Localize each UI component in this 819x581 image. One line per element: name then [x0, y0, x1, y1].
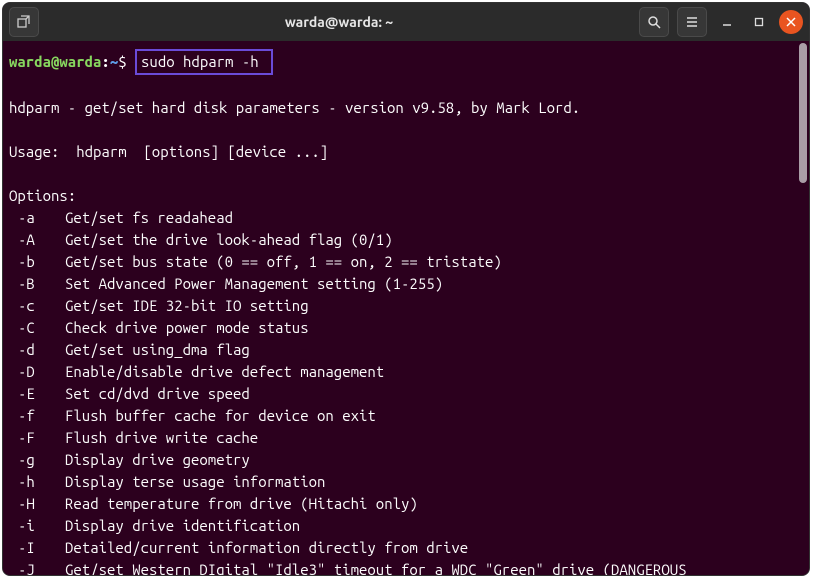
- option-desc: Enable/disable drive defect management: [65, 363, 384, 380]
- close-icon: [786, 17, 796, 27]
- prompt-user-host: warda@warda: [9, 53, 101, 70]
- option-row: -ESet cd/dvd drive speed: [9, 383, 803, 405]
- option-desc: Flush buffer cache for device on exit: [65, 407, 376, 424]
- output-header: hdparm - get/set hard disk parameters - …: [9, 99, 580, 116]
- command-text: sudo hdparm -h: [141, 53, 259, 70]
- option-desc: Get/set Western DIgital "Idle3" timeout …: [65, 561, 687, 575]
- option-row: -bGet/set bus state (0 == off, 1 == on, …: [9, 251, 803, 273]
- option-row: -iDisplay drive identification: [9, 515, 803, 537]
- option-row: -JGet/set Western DIgital "Idle3" timeou…: [9, 559, 803, 575]
- minimize-button[interactable]: [715, 10, 739, 34]
- option-row: -AGet/set the drive look-ahead flag (0/1…: [9, 229, 803, 251]
- option-row: -FFlush drive write cache: [9, 427, 803, 449]
- maximize-button[interactable]: [747, 10, 771, 34]
- option-desc: Set cd/dvd drive speed: [65, 385, 250, 402]
- option-flag: -C: [9, 317, 65, 339]
- title-bar: warda@warda: ~: [3, 3, 809, 41]
- option-desc: Check drive power mode status: [65, 319, 309, 336]
- option-row: -hDisplay terse usage information: [9, 471, 803, 493]
- new-tab-button[interactable]: [9, 7, 39, 37]
- minimize-icon: [722, 17, 732, 27]
- option-flag: -g: [9, 449, 65, 471]
- option-flag: -B: [9, 273, 65, 295]
- option-desc: Set Advanced Power Management setting (1…: [65, 275, 443, 292]
- option-row: -DEnable/disable drive defect management: [9, 361, 803, 383]
- scrollbar-thumb[interactable]: [799, 43, 807, 183]
- option-flag: -d: [9, 339, 65, 361]
- search-button[interactable]: [639, 7, 669, 37]
- prompt-dollar: $: [118, 53, 126, 70]
- option-flag: -a: [9, 207, 65, 229]
- option-desc: Get/set bus state (0 == off, 1 == on, 2 …: [65, 253, 502, 270]
- option-flag: -I: [9, 537, 65, 559]
- terminal-output[interactable]: warda@warda:~$ sudo hdparm -h hdparm - g…: [3, 41, 809, 575]
- option-desc: Detailed/current information directly fr…: [65, 539, 468, 556]
- maximize-icon: [754, 17, 764, 27]
- options-list: -aGet/set fs readahead-AGet/set the driv…: [9, 207, 803, 575]
- title-bar-right: [639, 7, 803, 37]
- option-flag: -b: [9, 251, 65, 273]
- window-title: warda@warda: ~: [39, 14, 639, 30]
- option-flag: -A: [9, 229, 65, 251]
- option-flag: -D: [9, 361, 65, 383]
- option-flag: -c: [9, 295, 65, 317]
- option-desc: Display drive geometry: [65, 451, 250, 468]
- option-desc: Get/set the drive look-ahead flag (0/1): [65, 231, 393, 248]
- output-usage: Usage: hdparm [options] [device ...]: [9, 143, 328, 160]
- option-row: -fFlush buffer cache for device on exit: [9, 405, 803, 427]
- command-highlight: sudo hdparm -h: [135, 49, 273, 75]
- option-flag: -f: [9, 405, 65, 427]
- option-row: -BSet Advanced Power Management setting …: [9, 273, 803, 295]
- option-row: -aGet/set fs readahead: [9, 207, 803, 229]
- option-row: -CCheck drive power mode status: [9, 317, 803, 339]
- option-flag: -i: [9, 515, 65, 537]
- option-flag: -E: [9, 383, 65, 405]
- hamburger-icon: [685, 15, 699, 29]
- menu-button[interactable]: [677, 7, 707, 37]
- option-row: -cGet/set IDE 32-bit IO setting: [9, 295, 803, 317]
- title-bar-left: [9, 7, 39, 37]
- option-row: -gDisplay drive geometry: [9, 449, 803, 471]
- prompt-sep: :: [101, 53, 109, 70]
- option-flag: -H: [9, 493, 65, 515]
- new-tab-icon: [17, 15, 31, 29]
- option-desc: Get/set using_dma flag: [65, 341, 250, 358]
- close-button[interactable]: [779, 10, 803, 34]
- option-desc: Display drive identification: [65, 517, 300, 534]
- option-row: -HRead temperature from drive (Hitachi o…: [9, 493, 803, 515]
- option-flag: -F: [9, 427, 65, 449]
- options-title: Options:: [9, 187, 76, 204]
- option-row: -dGet/set using_dma flag: [9, 339, 803, 361]
- search-icon: [647, 15, 661, 29]
- option-desc: Display terse usage information: [65, 473, 325, 490]
- option-desc: Get/set IDE 32-bit IO setting: [65, 297, 309, 314]
- option-flag: -h: [9, 471, 65, 493]
- option-flag: -J: [9, 559, 65, 575]
- option-desc: Flush drive write cache: [65, 429, 258, 446]
- terminal-window: warda@warda: ~: [2, 2, 810, 576]
- option-row: -IDetailed/current information directly …: [9, 537, 803, 559]
- option-desc: Get/set fs readahead: [65, 209, 233, 226]
- option-desc: Read temperature from drive (Hitachi onl…: [65, 495, 418, 512]
- prompt-path: ~: [110, 53, 118, 70]
